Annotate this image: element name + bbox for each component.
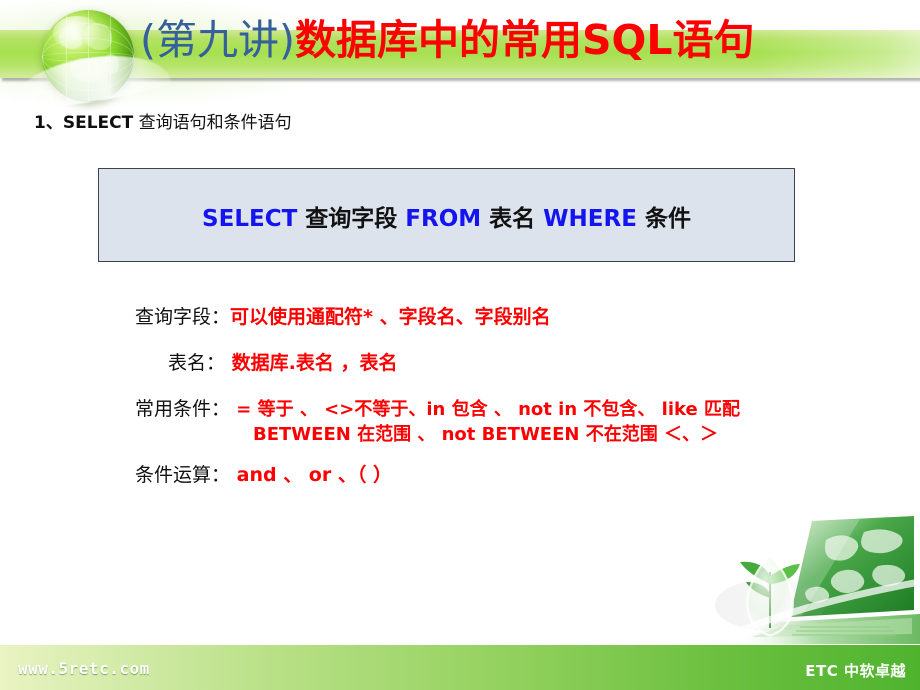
title-subject: 数据库中的常用SQL语句 <box>295 16 755 64</box>
explanation-row-operators: 条件运算： and 、 or 、（ ） <box>135 460 392 487</box>
section-heading-number: 1、 <box>34 113 63 133</box>
footer-website: www.5retc.com <box>18 659 150 678</box>
explanation-value-operators: and 、 or 、（ ） <box>230 464 392 486</box>
sql-token-select: SELECT <box>202 206 298 232</box>
explanation-label-fields: 查询字段： <box>135 306 231 328</box>
explanation-value-tablename: 数据库.表名 ，表名 <box>225 352 398 374</box>
explanation-row-conditions-cont: BETWEEN 在范围 、 not BETWEEN 不在范围 ＜、＞ <box>253 420 718 446</box>
laptop-decoration-icon <box>715 512 920 644</box>
section-heading-keyword: SELECT <box>62 113 134 133</box>
explanation-value-conditions-cont: BETWEEN 在范围 、 not BETWEEN 不在范围 ＜、＞ <box>253 424 718 445</box>
page-title: (第九讲)数据库中的常用SQL语句 <box>140 8 910 72</box>
explanation-row-fields: 查询字段：可以使用通配符* 、字段名、字段别名 <box>135 302 551 329</box>
sql-syntax-box: SELECT 查询字段 FROM 表名 WHERE 条件 <box>98 168 795 262</box>
slide-canvas: (第九讲)数据库中的常用SQL语句 1、SELECT 查询语句和条件语句 SEL… <box>0 0 920 690</box>
sql-token-from: FROM <box>405 206 482 232</box>
title-lecture-number: (第九讲) <box>140 16 295 64</box>
explanation-value-fields: 可以使用通配符* 、字段名、字段别名 <box>230 306 551 328</box>
sql-syntax-text: SELECT 查询字段 FROM 表名 WHERE 条件 <box>99 199 794 233</box>
globe-logo <box>7 4 173 115</box>
explanation-label-operators: 条件运算： <box>135 464 231 486</box>
explanation-value-conditions: = 等于 、 <>不等于、in 包含 、 not in 不包含、 like 匹配 <box>230 399 740 420</box>
explanation-label-tablename: 表名： <box>168 352 226 374</box>
sql-token-condition: 条件 <box>636 206 691 232</box>
explanation-label-conditions: 常用条件： <box>135 398 231 420</box>
section-heading-text: 查询语句和条件语句 <box>133 113 292 133</box>
sql-token-where: WHERE <box>543 206 637 232</box>
section-heading: 1、SELECT 查询语句和条件语句 <box>34 108 292 133</box>
explanation-row-conditions: 常用条件： = 等于 、 <>不等于、in 包含 、 not in 不包含、 l… <box>135 394 740 421</box>
sql-token-fields: 查询字段 <box>297 206 406 232</box>
footer-brand: ETC 中软卓越 <box>805 662 906 680</box>
explanation-row-tablename: 表名： 数据库.表名 ，表名 <box>168 348 397 375</box>
sql-token-tablename: 表名 <box>481 206 544 232</box>
